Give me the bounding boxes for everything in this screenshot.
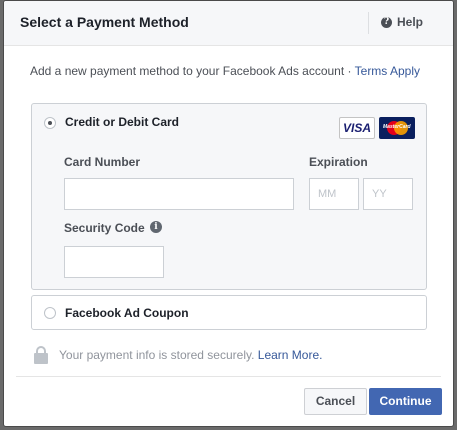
secure-payment-note: Your payment info is stored securely. Le… bbox=[34, 346, 322, 364]
credit-card-radio[interactable] bbox=[44, 117, 56, 129]
ad-coupon-radio[interactable] bbox=[44, 307, 56, 319]
intro-text: Add a new payment method to your Faceboo… bbox=[30, 64, 420, 78]
help-button[interactable]: ? Help bbox=[381, 15, 423, 29]
header-divider bbox=[368, 12, 369, 34]
secure-note-text: Your payment info is stored securely. bbox=[59, 348, 255, 362]
ad-coupon-option-label[interactable]: Facebook Ad Coupon bbox=[65, 306, 189, 320]
expiration-month-input[interactable] bbox=[309, 178, 359, 210]
learn-more-link[interactable]: Learn More. bbox=[258, 348, 323, 362]
ad-coupon-option-panel[interactable]: Facebook Ad Coupon bbox=[31, 295, 427, 330]
mastercard-logo-icon: MasterCard bbox=[379, 117, 415, 139]
security-code-info-icon[interactable]: i bbox=[150, 221, 162, 233]
dialog-header: Select a Payment Method ? Help bbox=[4, 1, 453, 46]
cancel-button[interactable]: Cancel bbox=[304, 388, 367, 415]
visa-logo-icon: VISA bbox=[339, 117, 375, 139]
lock-icon bbox=[34, 346, 48, 364]
expiration-year-input[interactable] bbox=[363, 178, 413, 210]
terms-apply-link[interactable]: Terms Apply bbox=[355, 64, 420, 78]
lock-body bbox=[34, 353, 48, 364]
mastercard-logo-text: MasterCard bbox=[383, 124, 411, 130]
intro-message: Add a new payment method to your Faceboo… bbox=[30, 64, 355, 78]
footer-divider bbox=[16, 376, 441, 377]
security-code-input[interactable] bbox=[64, 246, 164, 278]
credit-card-option-label[interactable]: Credit or Debit Card bbox=[65, 115, 179, 129]
help-icon: ? bbox=[381, 16, 392, 28]
continue-button[interactable]: Continue bbox=[369, 388, 442, 415]
card-number-input[interactable] bbox=[64, 178, 294, 210]
help-label: Help bbox=[397, 15, 424, 29]
credit-card-option-panel: Credit or Debit Card VISA MasterCard Car… bbox=[31, 103, 427, 290]
dialog-title: Select a Payment Method bbox=[20, 14, 189, 30]
card-number-label: Card Number bbox=[64, 155, 141, 169]
security-code-label: Security Code bbox=[64, 221, 145, 235]
expiration-label: Expiration bbox=[309, 155, 368, 169]
payment-method-dialog: Select a Payment Method ? Help Add a new… bbox=[3, 0, 454, 427]
